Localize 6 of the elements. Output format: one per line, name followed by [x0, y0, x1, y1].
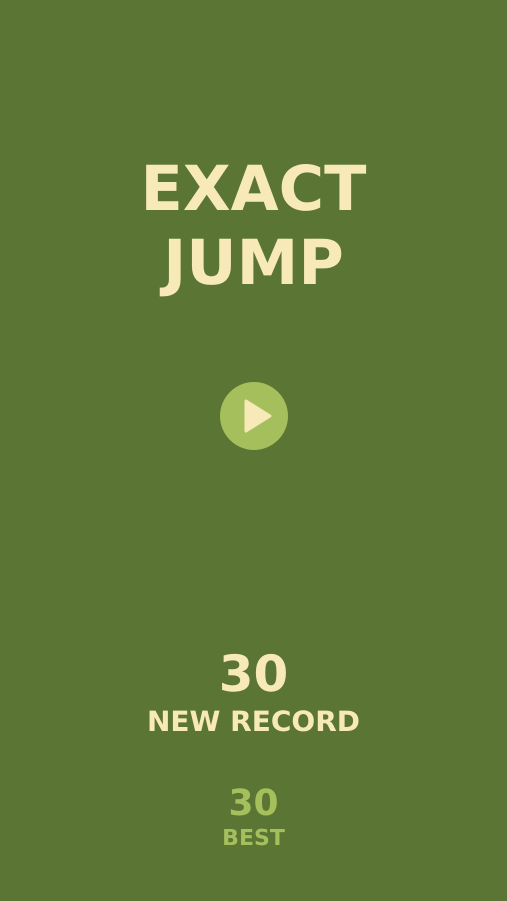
- best-label: BEST: [222, 825, 285, 853]
- game-title: EXACT: [140, 152, 366, 226]
- score-value: 30: [218, 646, 288, 702]
- score-label: NEW RECORD: [146, 704, 360, 740]
- best-value: 30: [228, 784, 279, 824]
- play-icon: [242, 399, 272, 433]
